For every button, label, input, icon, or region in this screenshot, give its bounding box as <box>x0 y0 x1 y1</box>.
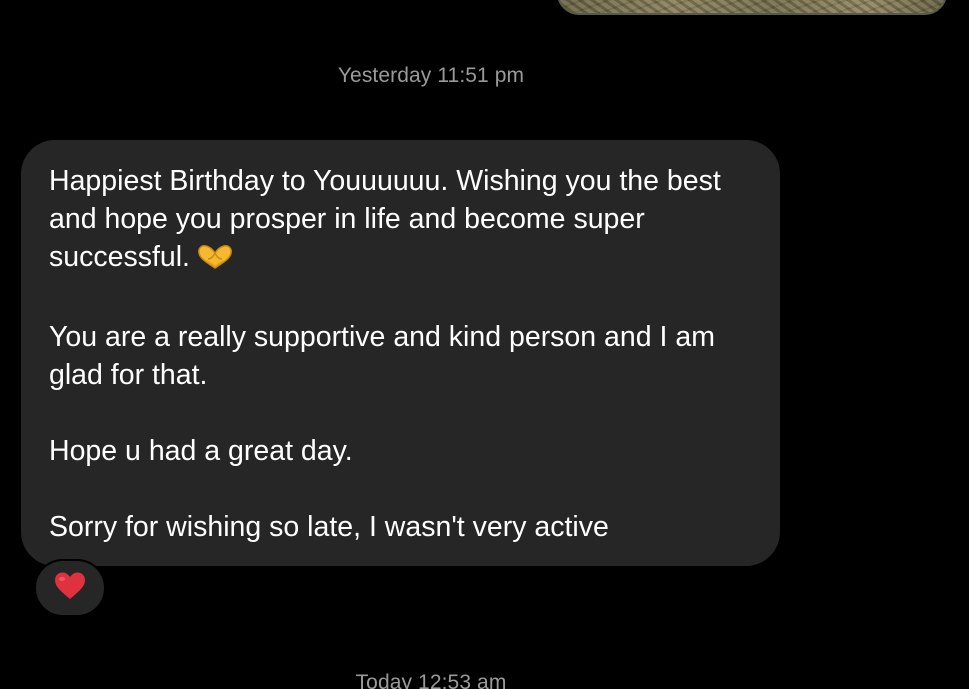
message-paragraph: Hope u had a great day. <box>49 435 353 467</box>
reaction-badge[interactable] <box>34 559 106 617</box>
message-text: Happiest Birthday to Youuuuuu. Wishing y… <box>49 165 721 273</box>
red-heart-icon <box>53 571 87 606</box>
message-paragraph: You are a really supportive and kind per… <box>49 321 715 391</box>
sent-image-message[interactable] <box>557 0 947 15</box>
message-paragraph: Happiest Birthday to Youuuuuu. Wishing y… <box>49 162 754 280</box>
timestamp-yesterday: Yesterday 11:51 pm <box>337 64 525 87</box>
chat-thread: Yesterday 11:51 pm Happiest Birthday to … <box>0 0 969 689</box>
timestamp-today: Today 12:53 am <box>355 671 507 689</box>
received-message-bubble[interactable]: Happiest Birthday to Youuuuuu. Wishing y… <box>21 140 780 566</box>
message-paragraph: Sorry for wishing so late, I wasn't very… <box>49 511 609 543</box>
heart-hands-icon <box>196 242 234 280</box>
